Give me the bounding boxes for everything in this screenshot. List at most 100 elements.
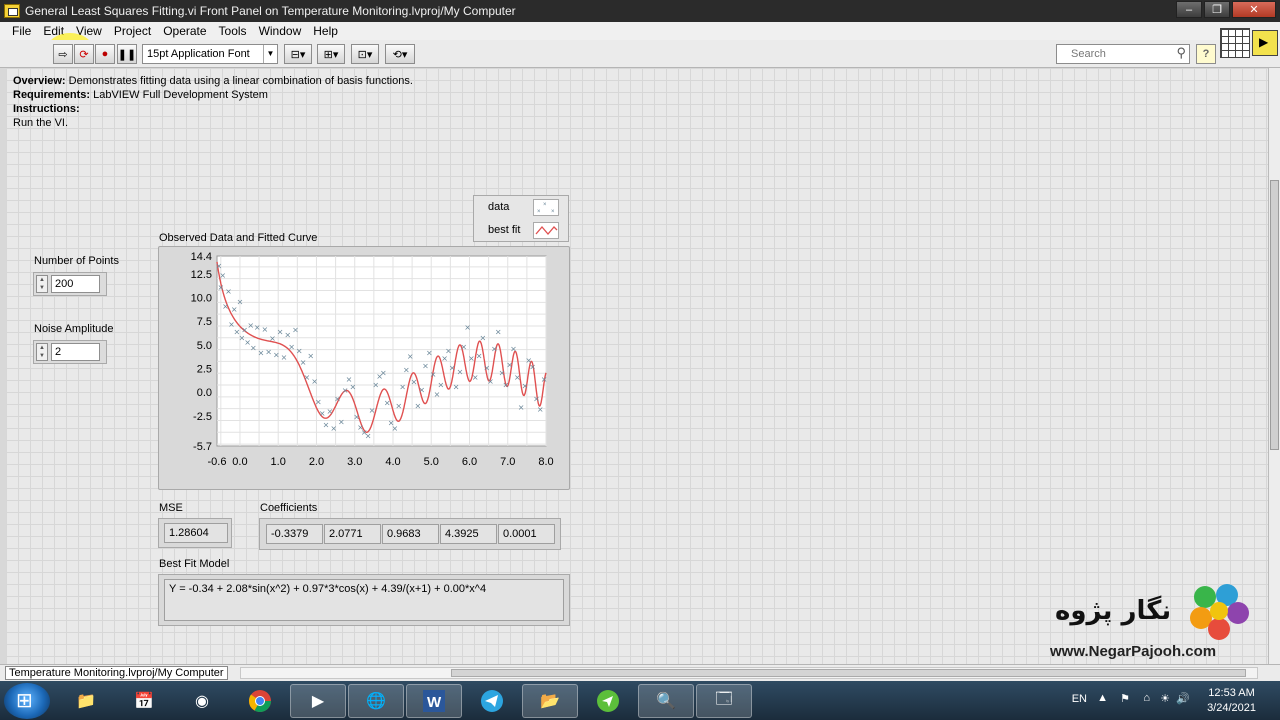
data-point: × bbox=[284, 330, 291, 339]
data-point: × bbox=[380, 368, 387, 377]
y-tick-label: 2.5 bbox=[197, 363, 212, 375]
data-point: × bbox=[457, 367, 464, 376]
vertical-scrollbar-thumb[interactable] bbox=[1270, 180, 1279, 450]
data-point: × bbox=[483, 364, 490, 373]
mse-indicator: 1.28604 bbox=[164, 523, 228, 543]
x-tick-label: 5.0 bbox=[424, 456, 439, 468]
x-tick-label: 6.0 bbox=[462, 456, 477, 468]
start-button[interactable] bbox=[4, 683, 50, 719]
data-point: × bbox=[395, 401, 402, 410]
vi-icon[interactable] bbox=[1252, 30, 1278, 56]
menu-tools[interactable]: Tools bbox=[213, 24, 253, 38]
x-tick-label: 8.0 bbox=[538, 456, 553, 468]
instructions-label: Instructions: bbox=[13, 103, 80, 115]
watermark-url: www.NegarPajooh.com bbox=[1050, 643, 1217, 660]
font-selector[interactable]: 15pt Application Font ▼ bbox=[142, 44, 278, 64]
xy-graph[interactable]: -0.6 0.0 1.0 2.0 3.0 4.0 5.0 6.0 7.0 8.0 14.4 12.5 1… bbox=[158, 246, 570, 490]
run-continuously-icon[interactable]: ⟳ bbox=[74, 44, 94, 64]
data-point: × bbox=[319, 409, 326, 418]
data-point: × bbox=[418, 385, 425, 394]
abort-icon[interactable]: ● bbox=[95, 44, 115, 64]
x-tick-label: 1.0 bbox=[271, 456, 286, 468]
resize-objects-icon[interactable]: ⊡▾ bbox=[351, 44, 379, 64]
noise-amplitude-stepper[interactable]: ▲ ▼ bbox=[36, 343, 48, 361]
labview-taskbar-icon[interactable]: ▶ bbox=[290, 684, 346, 718]
data-point: × bbox=[529, 363, 536, 372]
coefficient-cell: -0.3379 bbox=[266, 524, 323, 544]
data-point: × bbox=[349, 382, 356, 391]
menu-help[interactable]: Help bbox=[307, 24, 344, 38]
data-point: × bbox=[522, 382, 529, 391]
volume-icon[interactable]: 🔊 bbox=[1176, 692, 1190, 705]
network-app-icon[interactable]: 🌐 bbox=[348, 684, 404, 718]
clock-time: 12:53 AM bbox=[1208, 687, 1255, 699]
menu-file[interactable]: File bbox=[6, 24, 37, 38]
data-point: × bbox=[449, 364, 456, 373]
telegram-icon[interactable] bbox=[464, 684, 520, 718]
action-center-icon[interactable]: ⚑ bbox=[1120, 692, 1130, 705]
overview-label: Overview: bbox=[13, 75, 66, 87]
data-point: × bbox=[296, 347, 303, 356]
legend-data-swatch[interactable]: × × × bbox=[533, 199, 559, 216]
close-button[interactable]: ✕ bbox=[1232, 1, 1276, 18]
context-help-icon[interactable]: ? bbox=[1196, 44, 1216, 64]
clock[interactable]: 12:53 AM 3/24/2021 bbox=[1207, 686, 1256, 716]
minimize-button[interactable]: – bbox=[1176, 1, 1202, 18]
horizontal-scrollbar-thumb[interactable] bbox=[451, 669, 1246, 677]
data-point: × bbox=[506, 361, 513, 370]
tray-expand-icon[interactable]: ▲ bbox=[1097, 692, 1108, 704]
chrome-icon[interactable] bbox=[232, 684, 288, 718]
window-title: General Least Squares Fitting.vi Front P… bbox=[25, 4, 516, 18]
svg-text:×: × bbox=[551, 209, 555, 215]
noise-amplitude-input[interactable]: 2 bbox=[51, 343, 100, 361]
language-indicator[interactable]: EN bbox=[1072, 693, 1087, 705]
media-app-icon[interactable]: ◉ bbox=[174, 684, 230, 718]
data-point: × bbox=[269, 334, 276, 343]
labview-app-icon[interactable] bbox=[4, 4, 20, 18]
title-bar: General Least Squares Fitting.vi Front P… bbox=[0, 0, 1280, 22]
run-arrow-icon[interactable]: ⇨ bbox=[53, 44, 73, 64]
num-points-stepper[interactable]: ▲ ▼ bbox=[36, 275, 48, 293]
data-point: × bbox=[499, 368, 506, 377]
data-point: × bbox=[437, 381, 444, 390]
align-objects-icon[interactable]: ⊟▾ bbox=[284, 44, 312, 64]
vertical-scrollbar[interactable] bbox=[1268, 68, 1280, 664]
word-icon[interactable]: W bbox=[406, 684, 462, 718]
connector-pane-icon[interactable] bbox=[1220, 28, 1250, 58]
search-icon[interactable]: ⚲ bbox=[1176, 45, 1186, 61]
data-point: × bbox=[537, 405, 544, 414]
y-tick-label: 10.0 bbox=[191, 293, 212, 305]
file-explorer-icon[interactable]: 📁 bbox=[58, 684, 114, 718]
project-context[interactable]: Temperature Monitoring.lvproj/My Compute… bbox=[5, 666, 228, 680]
data-point: × bbox=[491, 345, 498, 354]
search-input[interactable]: Search ⚲ bbox=[1056, 44, 1190, 64]
plot-legend[interactable]: data × × × best fit bbox=[473, 195, 569, 242]
x-tick-label: 0.0 bbox=[232, 456, 247, 468]
data-point: × bbox=[541, 375, 548, 384]
distribute-objects-icon[interactable]: ⊞▾ bbox=[317, 44, 345, 64]
menu-window[interactable]: Window bbox=[253, 24, 308, 38]
calendar-app-icon[interactable]: 📅 bbox=[116, 684, 172, 718]
labview-search-icon[interactable]: 🔍 bbox=[638, 684, 694, 718]
vi-description: Overview: Demonstrates fitting data usin… bbox=[13, 74, 413, 130]
horizontal-scrollbar[interactable] bbox=[240, 667, 1258, 679]
network-icon[interactable]: ☀ bbox=[1160, 692, 1170, 705]
legend-fit-swatch[interactable] bbox=[533, 222, 559, 239]
data-point: × bbox=[403, 365, 410, 374]
num-points-input[interactable]: 200 bbox=[51, 275, 100, 293]
device-icon[interactable]: ⌂ bbox=[1143, 692, 1150, 704]
data-point: × bbox=[384, 399, 391, 408]
notes-app-icon[interactable]: 📂 bbox=[522, 684, 578, 718]
messenger-icon[interactable] bbox=[580, 684, 636, 718]
data-point: × bbox=[480, 333, 487, 342]
menu-operate[interactable]: Operate bbox=[157, 24, 212, 38]
restore-button[interactable]: ❐ bbox=[1204, 1, 1230, 18]
data-point: × bbox=[237, 297, 244, 306]
data-point: × bbox=[464, 323, 471, 332]
y-tick-label: 0.0 bbox=[197, 387, 212, 399]
reorder-icon[interactable]: ⟲▾ bbox=[385, 44, 415, 64]
labview-project-icon[interactable]: 🗔 bbox=[696, 684, 752, 718]
menu-project[interactable]: Project bbox=[108, 24, 157, 38]
pause-icon[interactable]: ❚❚ bbox=[117, 44, 137, 64]
legend-fit-label: best fit bbox=[488, 224, 521, 236]
